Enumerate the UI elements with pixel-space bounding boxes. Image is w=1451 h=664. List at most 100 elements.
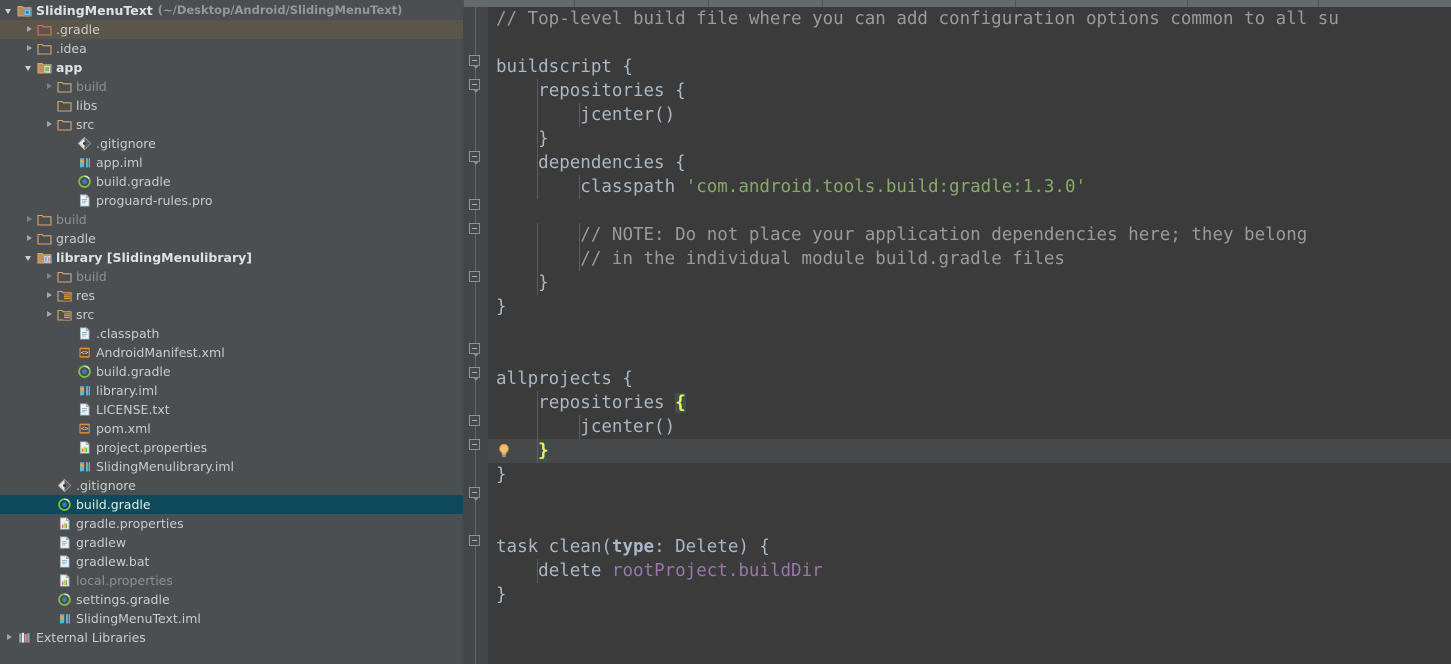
tree-row[interactable]: SlidingMenuText (~/Desktop/Android/Slidin…	[0, 1, 463, 20]
code-line[interactable]: // Top-level build file where you can ad…	[488, 7, 1451, 31]
tree-row[interactable]: External Libraries	[0, 628, 463, 647]
code-line[interactable]: delete rootProject.buildDir	[488, 559, 1451, 583]
tree-row[interactable]: build.gradle	[0, 172, 463, 191]
chevron-right-icon[interactable]	[44, 119, 55, 130]
project-path-label: (~/Desktop/Android/SlidingMenuText)	[157, 3, 403, 17]
intention-bulb-icon[interactable]	[496, 443, 512, 459]
tree-row[interactable]: app.iml	[0, 153, 463, 172]
code-line[interactable]: }	[488, 127, 1451, 151]
tree-row[interactable]: gradle.properties	[0, 514, 463, 533]
fold-marker-icon[interactable]	[469, 487, 482, 501]
code-line[interactable]: jcenter()	[488, 415, 1451, 439]
editor-code-area[interactable]: // Top-level build file where you can ad…	[488, 7, 1451, 664]
chevron-right-icon[interactable]	[24, 24, 35, 35]
code-line[interactable]: }	[488, 583, 1451, 607]
fold-marker-icon[interactable]	[469, 55, 482, 69]
chevron-right-icon[interactable]	[44, 81, 55, 92]
tree-row[interactable]: <> pom.xml	[0, 419, 463, 438]
fold-marker-icon[interactable]	[469, 535, 482, 548]
chevron-right-icon[interactable]	[24, 233, 35, 244]
fold-marker-icon[interactable]	[469, 343, 482, 357]
code-line[interactable]: }	[488, 271, 1451, 295]
code-editor[interactable]: // Top-level build file where you can ad…	[463, 0, 1451, 664]
tree-row-label: build	[76, 79, 107, 94]
code-token: task clean(	[496, 537, 612, 557]
code-line[interactable]: task clean(type: Delete) {	[488, 535, 1451, 559]
project-tree[interactable]: SlidingMenuText (~/Desktop/Android/Slidin…	[0, 0, 463, 647]
code-line[interactable]	[488, 199, 1451, 223]
code-line[interactable]: classpath 'com.android.tools.build:gradl…	[488, 175, 1451, 199]
code-line[interactable]: jcenter()	[488, 103, 1451, 127]
chevron-right-icon[interactable]	[44, 309, 55, 320]
chevron-right-icon[interactable]	[4, 632, 15, 643]
tree-row[interactable]: .gitignore	[0, 134, 463, 153]
code-line[interactable]: }	[488, 463, 1451, 487]
tree-row[interactable]: libs	[0, 96, 463, 115]
code-line[interactable]: }	[488, 439, 1451, 463]
tree-row[interactable]: build.gradle	[0, 362, 463, 381]
code-line[interactable]	[488, 511, 1451, 535]
editor-tab-strip[interactable]	[463, 0, 1451, 7]
tree-row[interactable]: build	[0, 210, 463, 229]
tree-row[interactable]: src	[0, 115, 463, 134]
chevron-down-icon[interactable]	[24, 252, 35, 263]
tree-row[interactable]: gradlew	[0, 533, 463, 552]
chevron-down-icon[interactable]	[4, 5, 15, 16]
code-line[interactable]: // in the individual module build.gradle…	[488, 247, 1451, 271]
chevron-right-icon[interactable]	[44, 290, 55, 301]
tree-row[interactable]: app	[0, 58, 463, 77]
code-line[interactable]	[488, 31, 1451, 55]
tree-row[interactable]: library [SlidingMenulibrary]	[0, 248, 463, 267]
tree-row[interactable]: <> AndroidManifest.xml	[0, 343, 463, 362]
code-token: buildscript {	[496, 57, 633, 77]
tree-row[interactable]: proguard-rules.pro	[0, 191, 463, 210]
code-line[interactable]: repositories {	[488, 391, 1451, 415]
code-line[interactable]	[488, 487, 1451, 511]
chevron-right-icon[interactable]	[44, 271, 55, 282]
tree-row[interactable]: library.iml	[0, 381, 463, 400]
tree-row[interactable]: res	[0, 286, 463, 305]
fold-marker-icon[interactable]	[469, 439, 482, 452]
code-line[interactable]: // NOTE: Do not place your application d…	[488, 223, 1451, 247]
tree-row[interactable]: LICENSE.txt	[0, 400, 463, 419]
chevron-down-icon[interactable]	[24, 62, 35, 73]
tree-row[interactable]: .gradle	[0, 20, 463, 39]
code-line[interactable]: repositories {	[488, 79, 1451, 103]
tree-row-label: app	[56, 60, 83, 75]
tree-row[interactable]: gradlew.bat	[0, 552, 463, 571]
fold-marker-icon[interactable]	[469, 415, 482, 428]
code-line[interactable]: buildscript {	[488, 55, 1451, 79]
tree-row[interactable]: build	[0, 267, 463, 286]
chevron-right-icon[interactable]	[24, 43, 35, 54]
tree-row[interactable]: .idea	[0, 39, 463, 58]
tree-row[interactable]: local.properties	[0, 571, 463, 590]
tree-row[interactable]: settings.gradle	[0, 590, 463, 609]
tree-row[interactable]: build.gradle	[0, 495, 463, 514]
tree-row[interactable]: SlidingMenulibrary.iml	[0, 457, 463, 476]
tree-row-label: SlidingMenuText.iml	[76, 611, 201, 626]
tree-row[interactable]: build	[0, 77, 463, 96]
fold-marker-icon[interactable]	[469, 367, 482, 381]
code-line[interactable]: allprojects {	[488, 367, 1451, 391]
tree-row[interactable]: src	[0, 305, 463, 324]
fold-marker-icon[interactable]	[469, 79, 482, 93]
tree-row[interactable]: project.properties	[0, 438, 463, 457]
code-line[interactable]: }	[488, 295, 1451, 319]
tree-row[interactable]: .classpath	[0, 324, 463, 343]
fold-marker-icon[interactable]	[469, 199, 482, 212]
code-line[interactable]	[488, 343, 1451, 367]
code-line[interactable]: dependencies {	[488, 151, 1451, 175]
tree-row[interactable]: .gitignore	[0, 476, 463, 495]
fold-marker-icon[interactable]	[469, 151, 482, 165]
tree-row[interactable]: SlidingMenuText.iml	[0, 609, 463, 628]
folding-gutter[interactable]	[463, 7, 488, 664]
fold-marker-icon[interactable]	[469, 223, 482, 236]
tree-row[interactable]: gradle	[0, 229, 463, 248]
chevron-right-icon[interactable]	[24, 214, 35, 225]
project-tree-panel[interactable]: SlidingMenuText (~/Desktop/Android/Slidin…	[0, 0, 463, 664]
fold-marker-icon[interactable]	[469, 271, 482, 284]
code-line[interactable]	[488, 319, 1451, 343]
